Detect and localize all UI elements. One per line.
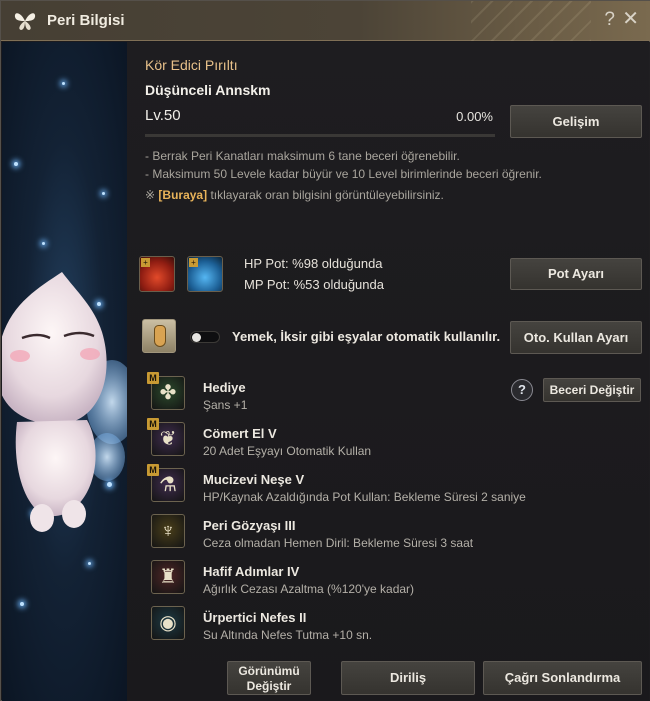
revive-button[interactable]: Diriliş: [341, 661, 475, 695]
pot-settings-label: Pot Ayarı: [547, 266, 605, 281]
auto-use-toggle[interactable]: [190, 331, 220, 343]
skill-description: Su Altında Nefes Tutma +10 sn.: [203, 628, 373, 642]
end-summon-label: Çağrı Sonlandırma: [504, 670, 621, 685]
butterfly-icon: [14, 13, 36, 30]
change-look-label-2: Değiştir: [246, 679, 292, 693]
auto-use-label: Yemek, İksir gibi eşyalar otomatik kulla…: [232, 329, 501, 344]
fairy-portrait: [2, 42, 127, 701]
fairy-info-window: Peri Bilgisi ? ✕ Kör Edici Pırıltı Düşün…: [0, 0, 650, 701]
auto-use-settings-button[interactable]: Oto. Kullan Ayarı: [510, 321, 642, 354]
skill-name: Hafif Adımlar IV: [203, 564, 300, 579]
info-line-3: ※ [Buraya] tıklayarak oran bilgisini gör…: [145, 188, 444, 202]
change-look-button[interactable]: Görünümü Değiştir: [227, 661, 311, 695]
skill-row[interactable]: ✤ M Hediye Şans +1: [147, 372, 527, 414]
mp-pot-threshold: MP Pot: %53 olduğunda: [244, 277, 384, 292]
fairy-character-image: [2, 272, 127, 532]
skill-description: Ceza olmadan Hemen Diril: Bekleme Süresi…: [203, 536, 474, 550]
rate-info-link[interactable]: [Buraya]: [158, 188, 207, 202]
info-line-1: - Berrak Peri Kanatları maksimum 6 tane …: [145, 149, 460, 163]
develop-button[interactable]: Gelişim: [510, 105, 642, 138]
level-prefix: Lv.: [145, 107, 164, 124]
hp-pot-threshold: HP Pot: %98 olduğunda: [244, 256, 383, 271]
winged-cup-icon: ♆: [151, 514, 185, 548]
skill-name: Cömert El V: [203, 426, 277, 441]
help-icon[interactable]: ?: [604, 9, 615, 31]
skill-description: Şans +1: [203, 398, 248, 412]
close-icon[interactable]: ✕: [622, 9, 639, 29]
master-badge: M: [147, 464, 159, 476]
info-line-2: - Maksimum 50 Levele kadar büyür ve 10 L…: [145, 167, 542, 181]
level-label: Lv.50: [145, 107, 181, 124]
skill-row[interactable]: ♆ Peri Gözyaşı III Ceza olmadan Hemen Diri…: [147, 510, 527, 552]
change-look-label-1: Görünümü: [238, 664, 300, 678]
hp-potion-icon: +: [139, 256, 175, 292]
skill-description: Ağırlık Cezası Azaltma (%120'ye kadar): [203, 582, 415, 596]
master-badge: M: [147, 372, 159, 384]
info-note-mark: ※: [145, 188, 156, 202]
end-summon-button[interactable]: Çağrı Sonlandırma: [483, 661, 642, 695]
skill-name: Mucizevi Neşe V: [203, 472, 305, 487]
potion-gear-icon: [142, 319, 176, 353]
exp-percent: 0.00%: [456, 109, 493, 124]
breath-bubble-icon: ◉: [151, 606, 185, 640]
skill-name: Ürpertici Nefes II: [203, 610, 307, 625]
skill-description: HP/Kaynak Azaldığında Pot Kullan: Beklem…: [203, 490, 526, 504]
auto-use-toggle-knob: [192, 333, 201, 342]
skill-row[interactable]: ♜ Hafif Adımlar IV Ağırlık Cezası Azaltma …: [147, 556, 527, 598]
develop-button-label: Gelişim: [552, 114, 600, 129]
pot-settings-button[interactable]: Pot Ayarı: [510, 258, 642, 290]
bag-arrow-icon: ♜: [151, 560, 185, 594]
info-line-3-text: tıklayarak oran bilgisini görüntüleyebil…: [210, 188, 444, 202]
fairy-nickname: Düşünceli Annskm: [145, 82, 271, 98]
skill-name: Hediye: [203, 380, 246, 395]
auto-use-settings-label: Oto. Kullan Ayarı: [523, 330, 629, 345]
skill-description: 20 Adet Eşyayı Otomatik Kullan: [203, 444, 372, 458]
skill-row[interactable]: ❦ M Cömert El V 20 Adet Eşyayı Otomatik Kul…: [147, 418, 527, 460]
fairy-info-panel: Kör Edici Pırıltı Düşünceli Annskm Lv.50…: [127, 42, 650, 701]
skill-row[interactable]: ◉ Ürpertici Nefes II Su Altında Nefes Tutm…: [147, 602, 527, 644]
window-title: Peri Bilgisi: [47, 12, 125, 29]
title-bar-decoration: [471, 1, 591, 41]
master-badge: M: [147, 418, 159, 430]
level-value: 50: [163, 107, 181, 124]
fairy-name: Kör Edici Pırıltı: [145, 57, 238, 73]
title-bar[interactable]: Peri Bilgisi ? ✕: [1, 1, 650, 41]
skill-row[interactable]: ⚗ M Mucizevi Neşe V HP/Kaynak Azaldığında P…: [147, 464, 527, 506]
skill-name: Peri Gözyaşı III: [203, 518, 296, 533]
revive-label: Diriliş: [389, 670, 427, 685]
mp-potion-icon: +: [187, 256, 223, 292]
exp-bar: [145, 134, 495, 137]
change-skill-button[interactable]: Beceri Değiştir: [543, 378, 641, 402]
change-skill-label: Beceri Değiştir: [549, 383, 635, 397]
